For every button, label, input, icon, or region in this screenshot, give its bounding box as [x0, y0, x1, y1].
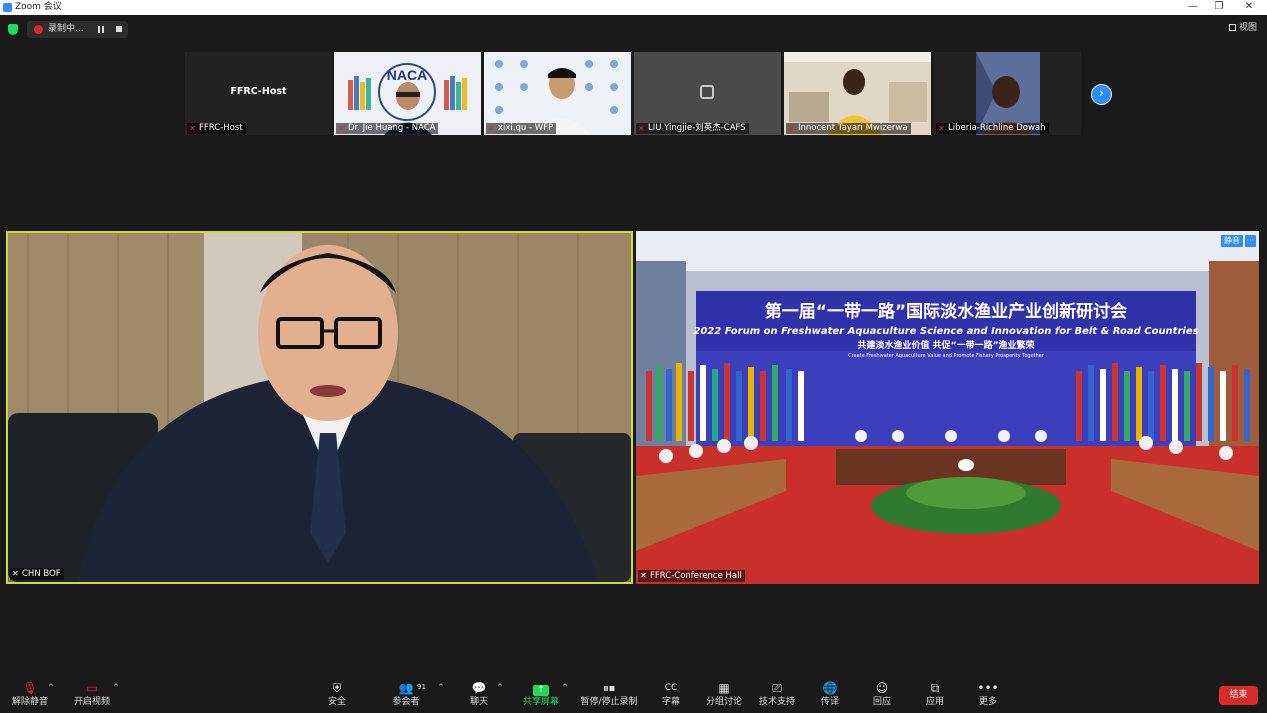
unmute-button[interactable]: 🎙 解除静音 — [10, 681, 50, 708]
banner-sub-cn: 共建淡水渔业价值 共促“一带一路”渔业繁荣 — [858, 339, 1036, 351]
start-video-button[interactable]: ▭ 开启视频 — [70, 681, 114, 708]
interpretation-button[interactable]: 🌐 传译 — [818, 681, 842, 708]
muted-mic-icon: ✕ — [12, 569, 19, 578]
muted-mic-icon: ✕ — [488, 124, 495, 133]
participant-thumbnail[interactable]: ✕ LIU Yingjie-刘英杰-CAFS — [634, 52, 781, 135]
muted-mic-icon: ✕ — [338, 124, 345, 133]
more-button[interactable]: ••• 更多 — [976, 681, 1000, 708]
video-off-icon — [700, 85, 714, 99]
window-title: Zoom 会议 — [15, 2, 62, 12]
participant-label: ✕ Liberia-Richline Dowah — [936, 123, 1049, 134]
smiley-icon: ☺ — [875, 681, 889, 695]
share-screen-button[interactable]: ↑ 共享屏幕 — [520, 681, 562, 708]
pause-recording-icon[interactable] — [98, 26, 104, 33]
apps-icon: ⧉ — [930, 681, 940, 695]
mute-status-tag: 静音 — [1221, 235, 1243, 247]
participant-name-text: FFRC-Host — [230, 86, 287, 97]
recording-dot-icon — [34, 25, 43, 34]
video-off-icon: ▭ — [86, 681, 98, 695]
video-options-caret[interactable]: ^ — [113, 683, 119, 691]
participant-label: ✕ LIU Yingjie-刘英杰-CAFS — [636, 123, 749, 134]
participant-label: ✕ Innocent Tayari Mwizerwa — [786, 123, 911, 134]
participant-thumbnail[interactable]: NACA ✕ Dr. Jie Huang - NACA — [334, 52, 481, 135]
zoom-app-icon — [3, 3, 12, 12]
participant-label: ✕ FFRC-Host — [187, 123, 246, 134]
share-options-caret[interactable]: ^ — [562, 683, 568, 691]
stop-recording-icon[interactable] — [116, 26, 122, 32]
remote-support-icon: ⎚ — [772, 681, 782, 695]
participant-thumbnail[interactable]: FFRC-Host ✕ FFRC-Host — [185, 52, 332, 135]
globe-icon: 🌐 — [822, 681, 838, 695]
close-button[interactable]: ✕ — [1237, 0, 1261, 15]
muted-mic-icon: 🎙 — [22, 681, 38, 695]
more-dots-icon: ••• — [977, 681, 999, 695]
participant-thumbnail[interactable]: ✕ xixi.qu - WFP — [484, 52, 631, 135]
reactions-button[interactable]: ☺ 回应 — [870, 681, 894, 708]
hall-video-frame: 第一届“一带一路”国际淡水渔业产业创新研讨会 2022 Forum on Fre… — [636, 231, 1259, 584]
shield-icon: ⛨ — [332, 681, 342, 695]
participant-label: ✕ Dr. Jie Huang - NACA — [336, 123, 439, 134]
maximize-button[interactable]: ❐ — [1207, 0, 1231, 15]
captions-button[interactable]: CC 字幕 — [658, 681, 684, 708]
pause-stop-record-button[interactable]: ⏸⏹ 暂停/停止录制 — [580, 681, 638, 708]
participant-label: ✕ xixi.qu - WFP — [486, 123, 557, 134]
chat-bubble-icon: 💬 — [471, 681, 487, 695]
encryption-shield-icon[interactable] — [8, 24, 18, 35]
muted-mic-icon: ✕ — [640, 571, 647, 580]
pause-stop-icon: ⏸⏹ — [602, 681, 615, 695]
muted-mic-icon: ✕ — [938, 124, 945, 133]
more-options-button[interactable]: ··· — [1245, 235, 1256, 247]
security-button[interactable]: ⛨ 安全 — [322, 681, 352, 708]
hall-name-label: ✕ FFRC-Conference Hall — [638, 570, 745, 582]
view-button[interactable]: 视图 — [1228, 21, 1257, 35]
share-screen-icon: ↑ — [533, 685, 549, 696]
naca-logo: NACA — [387, 67, 427, 83]
end-meeting-button[interactable]: 结束 — [1219, 686, 1258, 705]
audio-options-caret[interactable]: ^ — [48, 683, 54, 691]
cc-icon: CC — [664, 683, 678, 693]
banner-title-cn: 第一届“一带一路”国际淡水渔业产业创新研讨会 — [765, 301, 1127, 322]
grid-icon: ▦ — [718, 681, 730, 695]
chat-options-caret[interactable]: ^ — [497, 683, 503, 691]
active-speaker-video[interactable]: ✕ CHN BOF — [6, 231, 633, 584]
participants-options-caret[interactable]: ^ — [438, 683, 444, 691]
breakout-rooms-button[interactable]: ▦ 分组讨论 — [704, 681, 744, 708]
window-titlebar: Zoom 会议 — ❐ ✕ — [0, 0, 1267, 15]
participants-count: 91 — [417, 683, 426, 691]
participant-thumbnail[interactable]: ✕ Liberia-Richline Dowah — [934, 52, 1081, 135]
meeting-toolbar: 🎙 解除静音 ^ ▭ 开启视频 ^ ⛨ 安全 👥 参会者 91 ^ 💬 聊天 ^… — [0, 675, 1267, 713]
conference-hall-video[interactable]: 第一届“一带一路”国际淡水渔业产业创新研讨会 2022 Forum on Fre… — [636, 231, 1259, 584]
participant-thumbnail[interactable]: ✕ Innocent Tayari Mwizerwa — [784, 52, 931, 135]
next-page-button[interactable]: › — [1091, 84, 1112, 105]
recording-label: 录制中... — [48, 24, 84, 34]
speaker-video-frame — [8, 233, 631, 582]
muted-mic-icon: ✕ — [638, 124, 645, 133]
apps-button[interactable]: ⧉ 应用 — [923, 681, 947, 708]
tech-support-button[interactable]: ⎚ 技术支持 — [757, 681, 797, 708]
banner-title-en: 2022 Forum on Freshwater Aquaculture Sci… — [693, 326, 1198, 337]
chat-button[interactable]: 💬 聊天 — [464, 681, 494, 708]
speaker-name-label: ✕ CHN BOF — [10, 568, 64, 580]
muted-mic-icon: ✕ — [788, 124, 795, 133]
grid-view-icon — [1228, 24, 1236, 31]
minimize-button[interactable]: — — [1181, 0, 1205, 15]
meeting-status-bar: 录制中... 视图 — [0, 15, 1267, 43]
banner-sub-en: Create Freshwater Aquaculture Value and … — [848, 353, 1045, 359]
muted-mic-icon: ✕ — [189, 124, 196, 133]
view-label: 视图 — [1238, 23, 1257, 33]
recording-indicator: 录制中... — [27, 21, 128, 38]
